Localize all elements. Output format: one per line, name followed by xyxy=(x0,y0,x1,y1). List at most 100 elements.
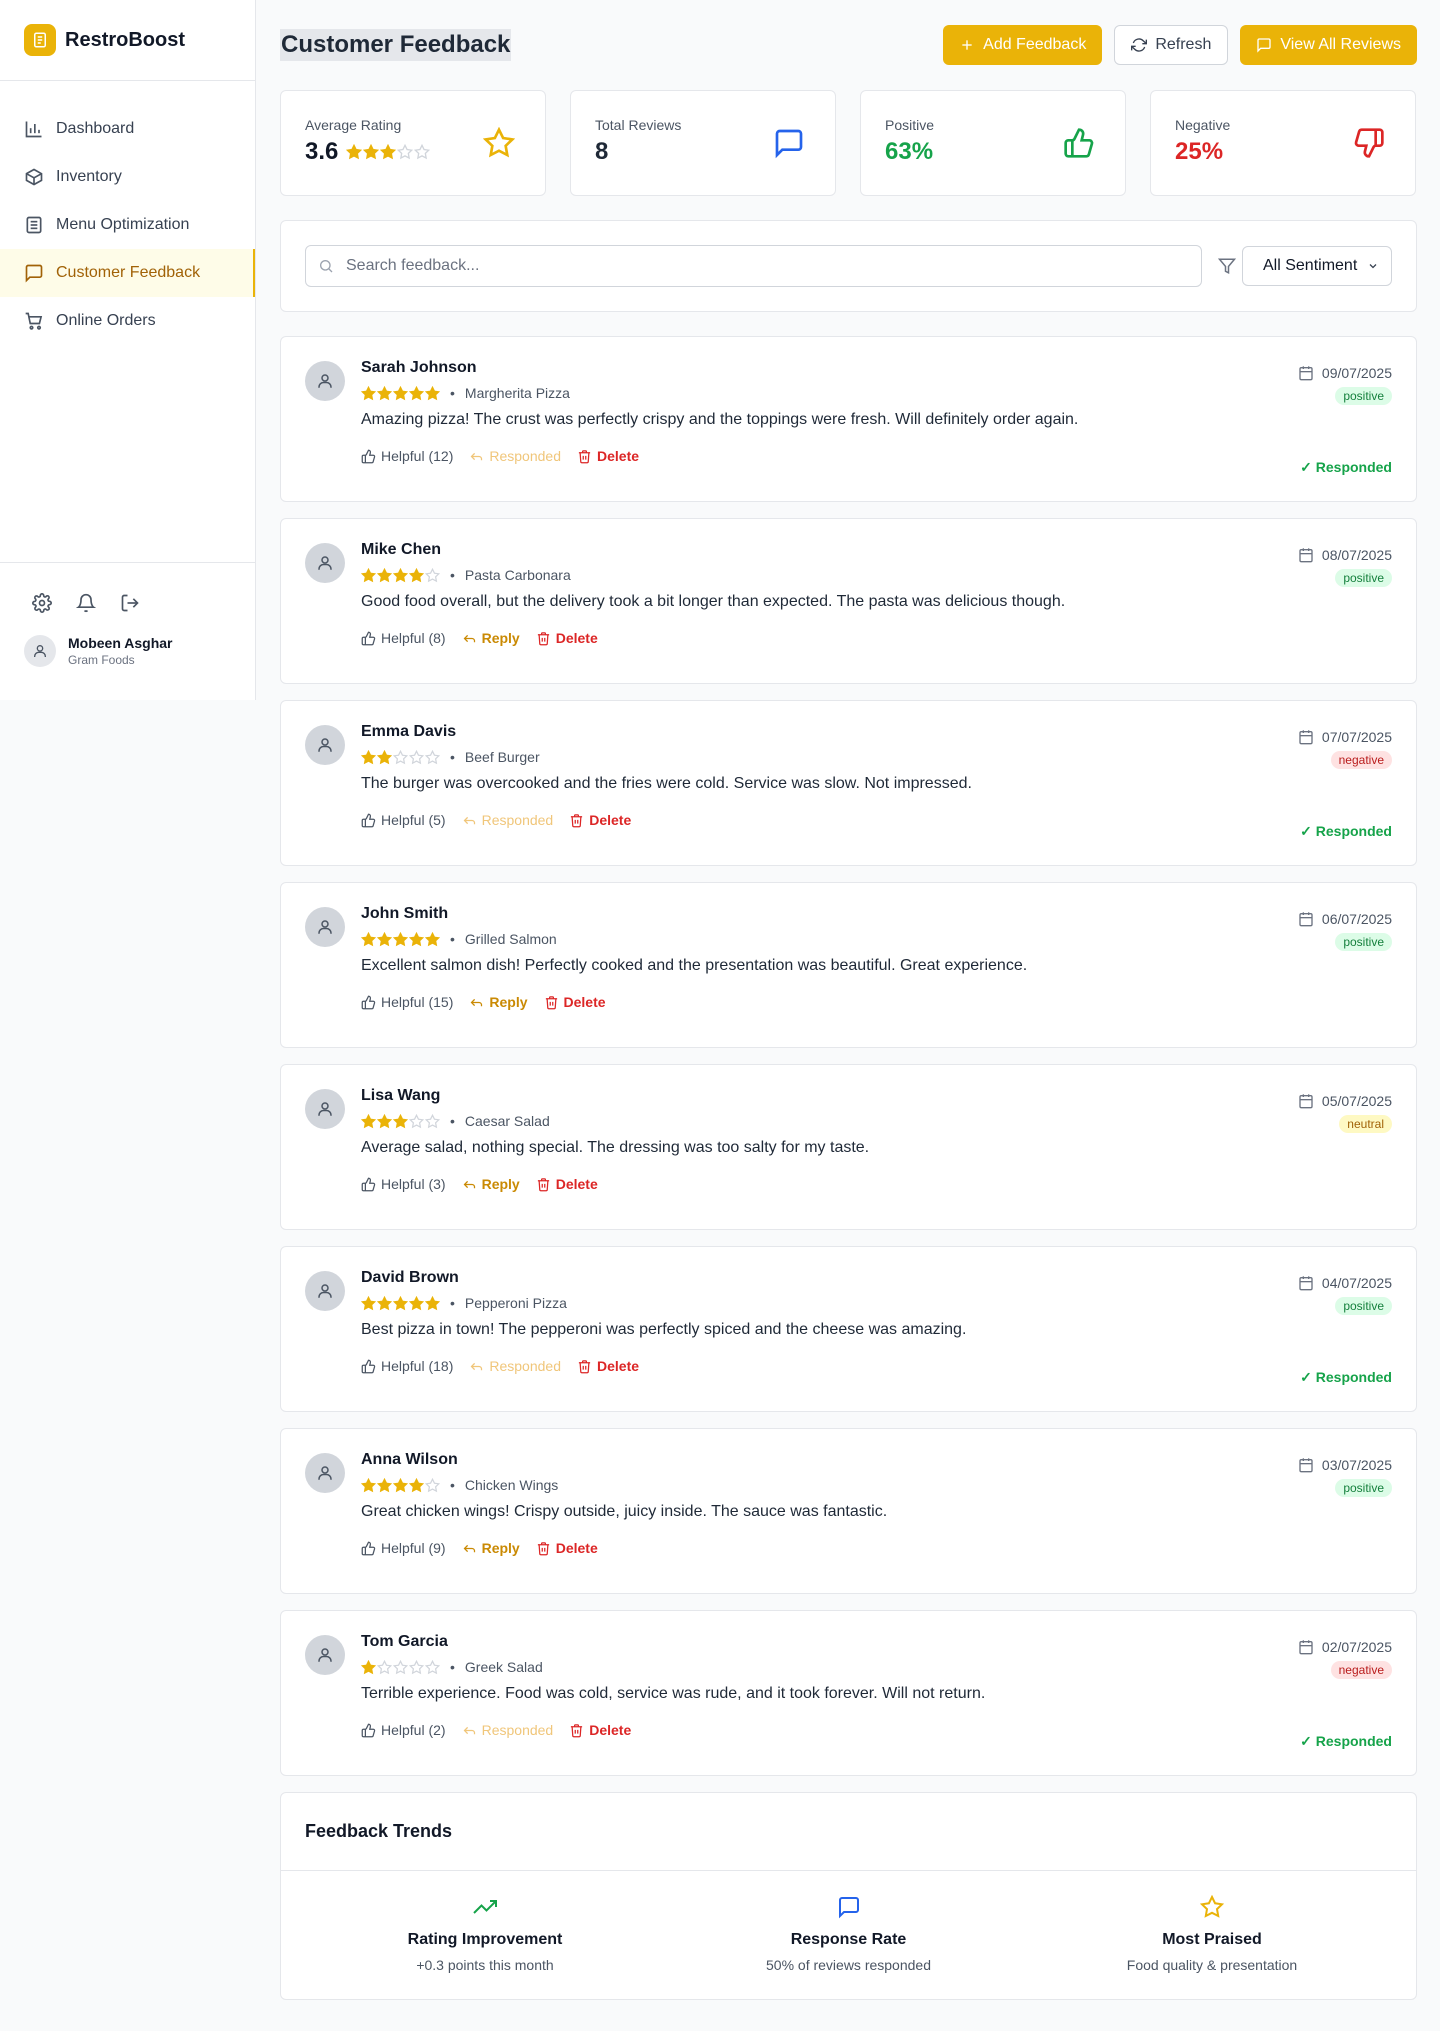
reviewer-name: Sarah Johnson xyxy=(361,359,477,376)
review-card: Anna Wilson • Chicken Wings Great chicke… xyxy=(280,1428,1417,1594)
responded-button[interactable]: Responded xyxy=(469,1358,561,1374)
separator-dot: • xyxy=(450,749,455,765)
delete-button[interactable]: Delete xyxy=(577,1358,639,1374)
star-filled-icon xyxy=(393,1113,408,1129)
page-title: Customer Feedback xyxy=(280,29,512,61)
sentiment-select[interactable]: All Sentiment xyxy=(1242,246,1392,286)
responded-status: ✓ Responded xyxy=(1300,459,1392,475)
sidebar-item-dashboard[interactable]: Dashboard xyxy=(0,105,255,153)
delete-button[interactable]: Delete xyxy=(569,1722,631,1738)
user-profile[interactable]: Mobeen Asghar Gram Foods xyxy=(0,615,256,667)
star-icon xyxy=(483,127,515,159)
add-feedback-button[interactable]: Add Feedback xyxy=(943,25,1103,65)
helpful-button[interactable]: Helpful (18) xyxy=(361,1358,453,1374)
star-filled-icon xyxy=(425,931,440,947)
delete-button[interactable]: Delete xyxy=(569,812,631,828)
separator-dot: • xyxy=(450,1113,455,1129)
delete-label: Delete xyxy=(555,630,598,646)
stat-value: 8 xyxy=(595,138,609,165)
view-all-reviews-button[interactable]: View All Reviews xyxy=(1240,25,1417,65)
reviewer-name: John Smith xyxy=(361,905,449,922)
delete-button[interactable]: Delete xyxy=(544,994,606,1010)
star-filled-icon xyxy=(361,567,376,583)
helpful-button[interactable]: Helpful (3) xyxy=(361,1176,446,1192)
trend-response-rate: Response Rate 50% of reviews responded xyxy=(669,1895,1029,1973)
star-empty-icon xyxy=(409,1659,424,1675)
review-date: 08/07/2025 xyxy=(1298,547,1392,563)
reply-icon xyxy=(470,998,483,1006)
star-filled-icon xyxy=(361,1477,376,1493)
review-date: 04/07/2025 xyxy=(1298,1275,1392,1291)
sidebar-item-inventory[interactable]: Inventory xyxy=(0,153,255,201)
star-filled-icon xyxy=(377,567,392,583)
review-card: Mike Chen • Pasta Carbonara Good food ov… xyxy=(280,518,1417,684)
reply-button[interactable]: Reply xyxy=(462,1176,520,1192)
review-text: Terrible experience. Food was cold, serv… xyxy=(361,1685,986,1702)
delete-button[interactable]: Delete xyxy=(577,448,639,464)
separator-dot: • xyxy=(450,931,455,947)
helpful-button[interactable]: Helpful (15) xyxy=(361,994,453,1010)
filter-icon xyxy=(1218,257,1236,275)
message-square-icon xyxy=(1256,37,1272,53)
date-text: 03/07/2025 xyxy=(1321,1457,1392,1473)
sidebar-item-menu-optimization[interactable]: Menu Optimization xyxy=(0,201,255,249)
star-empty-icon xyxy=(425,567,440,583)
delete-button[interactable]: Delete xyxy=(536,630,598,646)
thumbs-up-icon xyxy=(361,995,376,1009)
helpful-button[interactable]: Helpful (2) xyxy=(361,1722,446,1738)
bell-icon[interactable] xyxy=(76,593,98,615)
star-empty-icon xyxy=(425,1477,440,1493)
thumbs-up-icon xyxy=(361,449,376,463)
menu-item: Grilled Salmon xyxy=(464,931,557,947)
stats-row: Average Rating 3.6 Total Reviews 8 Posit… xyxy=(280,90,1417,196)
sentiment-badge: positive xyxy=(1335,1479,1392,1497)
calendar-icon xyxy=(1299,1640,1313,1655)
rating-stars xyxy=(361,1113,440,1129)
avatar xyxy=(305,1635,345,1675)
reviewer-name: David Brown xyxy=(361,1269,459,1286)
star-filled-icon xyxy=(409,931,424,947)
rating-stars xyxy=(361,749,440,765)
responded-button[interactable]: Responded xyxy=(462,1722,553,1738)
avatar xyxy=(305,543,345,583)
delete-button[interactable]: Delete xyxy=(536,1540,598,1556)
refresh-button[interactable]: Refresh xyxy=(1114,25,1229,65)
delete-label: Delete xyxy=(563,994,606,1010)
settings-gear-icon[interactable] xyxy=(32,593,54,615)
trash-icon xyxy=(578,1359,591,1373)
sidebar-item-label: Inventory xyxy=(56,168,122,185)
page-header: Customer Feedback Add Feedback Refresh V… xyxy=(280,0,1417,90)
trending-up-icon xyxy=(473,1895,497,1919)
thumbs-up-icon xyxy=(361,1359,376,1373)
stat-value: 63% xyxy=(885,138,934,165)
logout-icon[interactable] xyxy=(120,593,142,615)
rating-stars xyxy=(361,567,440,583)
responded-button[interactable]: Responded xyxy=(469,448,561,464)
helpful-button[interactable]: Helpful (9) xyxy=(361,1540,446,1556)
sidebar-footer: Mobeen Asghar Gram Foods xyxy=(0,562,256,667)
star-empty-icon xyxy=(425,1113,440,1129)
responded-button[interactable]: Responded xyxy=(462,812,553,828)
helpful-button[interactable]: Helpful (8) xyxy=(361,630,446,646)
search-input[interactable] xyxy=(346,257,1146,275)
reply-button[interactable]: Reply xyxy=(469,994,528,1010)
review-card: David Brown • Pepperoni Pizza Best pizza… xyxy=(280,1246,1417,1412)
trash-icon xyxy=(537,1177,549,1191)
rating-stars xyxy=(361,931,440,947)
star-empty-icon xyxy=(409,749,424,765)
sidebar-item-customer-feedback[interactable]: Customer Feedback xyxy=(0,249,255,297)
helpful-button[interactable]: Helpful (5) xyxy=(361,812,446,828)
sentiment-badge: negative xyxy=(1330,1661,1392,1679)
star-empty-icon xyxy=(397,144,414,160)
reply-button[interactable]: Reply xyxy=(462,630,520,646)
sidebar-item-label: Menu Optimization xyxy=(56,216,190,233)
stat-negative: Negative 25% xyxy=(1150,90,1416,196)
helpful-button[interactable]: Helpful (12) xyxy=(361,448,453,464)
reply-icon xyxy=(463,1726,475,1734)
reply-button[interactable]: Reply xyxy=(462,1540,520,1556)
delete-button[interactable]: Delete xyxy=(536,1176,598,1192)
sidebar-item-online-orders[interactable]: Online Orders xyxy=(0,297,255,345)
star-filled-icon xyxy=(393,567,408,583)
calendar-icon xyxy=(1299,1276,1313,1291)
reply-icon xyxy=(463,816,475,824)
